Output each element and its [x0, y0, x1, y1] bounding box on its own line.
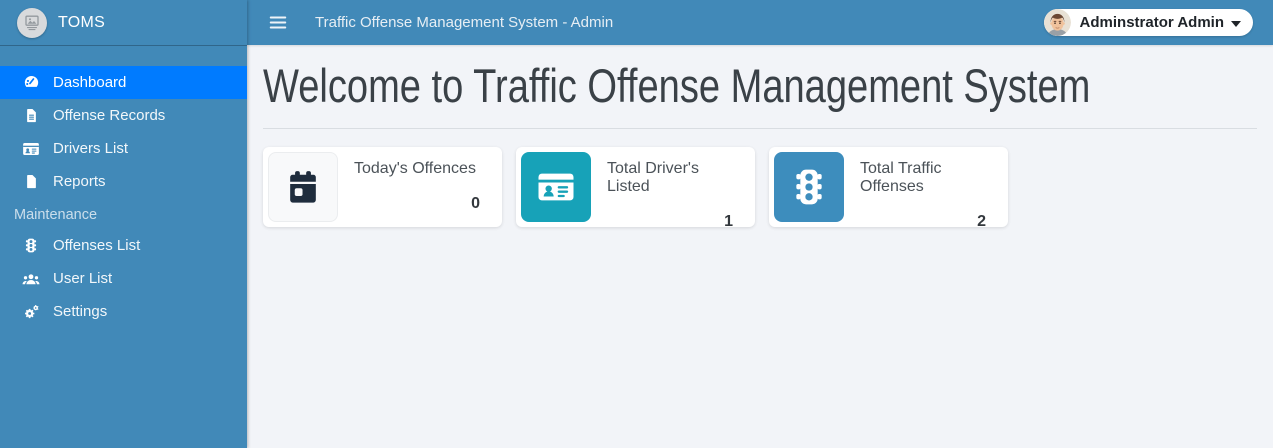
card-body: Today's Offences 0 — [343, 147, 502, 227]
gauge-icon — [20, 74, 42, 91]
topbar-title: Traffic Offense Management System - Admi… — [315, 14, 614, 31]
cogs-icon — [20, 302, 42, 321]
avatar — [1043, 9, 1071, 36]
page-title: Welcome to Traffic Offense Management Sy… — [263, 59, 1091, 112]
sidebar-nav: Dashboard Offense Records Drivers List R… — [0, 46, 247, 328]
sidebar-item-drivers-list[interactable]: Drivers List — [0, 132, 247, 165]
card-icon-box — [521, 152, 591, 223]
card-label: Total Traffic Offenses — [860, 160, 942, 196]
file-icon — [20, 173, 42, 190]
id-card-icon — [20, 139, 42, 158]
app-window: TOMS Dashboard Offense Records Drivers L… — [0, 0, 1273, 448]
sidebar-item-label: Drivers List — [53, 140, 129, 157]
sidebar-item-label: Dashboard — [53, 74, 127, 91]
image-placeholder-icon — [25, 15, 39, 30]
card-value: 2 — [977, 213, 986, 231]
card-total-offenses: Total Traffic Offenses 2 — [769, 147, 1008, 230]
sidebar-toggle-button[interactable] — [269, 15, 287, 30]
brand-name: TOMS — [58, 13, 106, 31]
id-card-icon — [536, 167, 576, 208]
card-value: 0 — [471, 195, 480, 213]
sidebar-item-label: Offense Records — [53, 107, 166, 124]
card-body: Total Driver's Listed 1 — [596, 147, 755, 230]
brand-logo — [17, 7, 47, 38]
sidebar-item-settings[interactable]: Settings — [0, 295, 247, 328]
card-todays-offences: Today's Offences 0 — [263, 147, 502, 228]
sidebar-section-header: Maintenance — [14, 207, 98, 223]
card-body: Total Traffic Offenses 2 — [849, 147, 1008, 230]
sidebar-item-label: Reports — [53, 173, 106, 190]
card-label: Total Driver's Listed — [607, 160, 699, 196]
sidebar-item-offenses-list[interactable]: Offenses List — [0, 229, 247, 262]
main-content: Welcome to Traffic Offense Management Sy… — [247, 45, 1273, 448]
sidebar-item-user-list[interactable]: User List — [0, 262, 247, 295]
card-label: Today's Offences — [354, 160, 476, 178]
calendar-day-icon — [284, 168, 322, 207]
sidebar: TOMS Dashboard Offense Records Drivers L… — [0, 0, 247, 448]
card-icon-box — [268, 152, 338, 223]
user-name: Adminstrator Admin — [1079, 14, 1224, 31]
sidebar-item-reports[interactable]: Reports — [0, 165, 247, 198]
traffic-light-icon — [789, 167, 829, 208]
card-total-drivers: Total Driver's Listed 1 — [516, 147, 755, 230]
stat-cards-row: Today's Offences 0 Total Driver's Listed… — [263, 147, 1257, 230]
sidebar-item-label: User List — [53, 270, 113, 287]
hamburger-icon — [269, 16, 287, 29]
caret-down-icon — [1231, 20, 1241, 27]
sidebar-item-offense-records[interactable]: Offense Records — [0, 99, 247, 132]
card-value: 1 — [724, 213, 733, 231]
sidebar-item-label: Offenses List — [53, 237, 141, 254]
sidebar-item-label: Settings — [53, 303, 108, 320]
users-icon — [20, 270, 42, 288]
traffic-light-icon — [20, 237, 42, 254]
user-menu-button[interactable]: Adminstrator Admin — [1043, 9, 1253, 36]
topbar: Traffic Offense Management System - Admi… — [247, 0, 1273, 45]
heading-divider — [263, 128, 1257, 130]
card-icon-box — [774, 152, 844, 223]
brand-link[interactable]: TOMS — [0, 0, 247, 46]
file-lines-icon — [20, 107, 42, 124]
sidebar-item-dashboard[interactable]: Dashboard — [0, 66, 247, 99]
